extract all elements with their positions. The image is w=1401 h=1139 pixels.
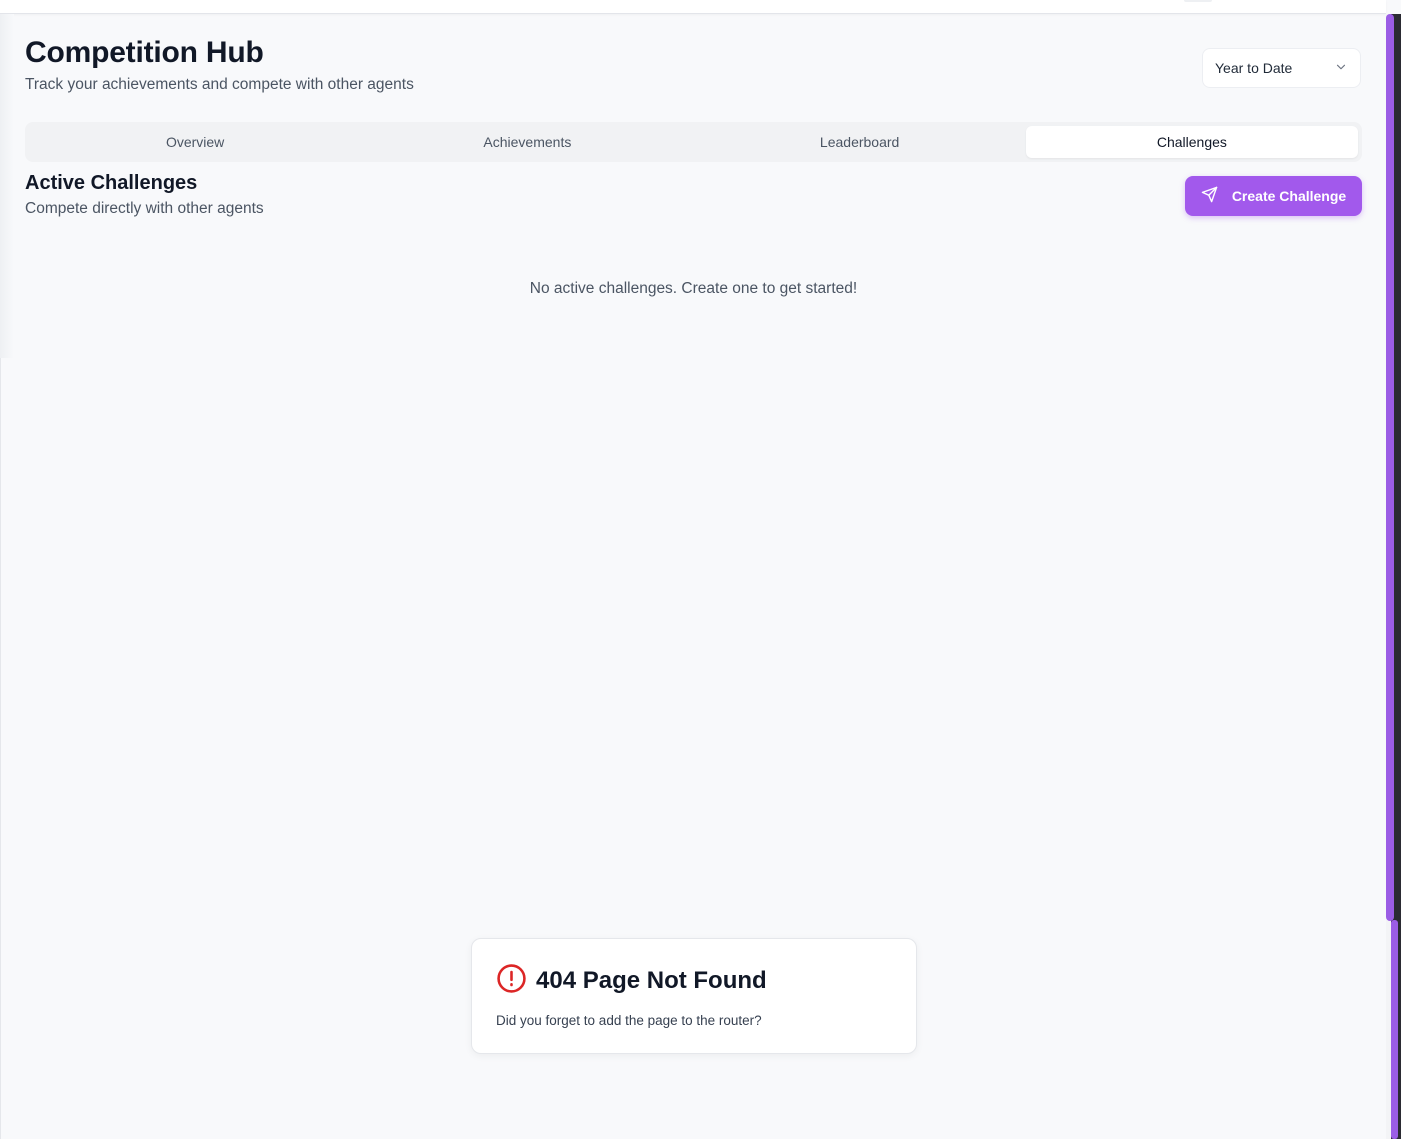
create-challenge-button[interactable]: Create Challenge: [1185, 176, 1362, 216]
period-select[interactable]: Year to Date: [1202, 48, 1361, 88]
error-toast-header: 404 Page Not Found: [496, 963, 767, 999]
create-challenge-label: Create Challenge: [1231, 188, 1347, 204]
error-toast: 404 Page Not Found Did you forget to add…: [471, 938, 917, 1054]
period-select-value: Year to Date: [1215, 60, 1293, 76]
tab-challenges[interactable]: Challenges: [1025, 126, 1358, 158]
page-subtitle: Track your achievements and compete with…: [25, 76, 414, 93]
section-subtitle: Compete directly with other agents: [25, 200, 264, 217]
page-title: Competition Hub: [25, 36, 264, 69]
error-toast-message: Did you forget to add the page to the ro…: [496, 1013, 762, 1028]
tab-list: Overview Achievements Leaderboard Challe…: [25, 122, 1362, 162]
top-bar: [0, 0, 1386, 14]
top-bar-handle: [1184, 0, 1212, 2]
send-icon: [1201, 186, 1218, 206]
tab-leaderboard[interactable]: Leaderboard: [694, 126, 1026, 158]
tab-achievements[interactable]: Achievements: [361, 126, 693, 158]
scrollbar-thumb-secondary[interactable]: [1391, 920, 1398, 1139]
error-toast-title: 404 Page Not Found: [536, 967, 767, 994]
alert-circle-icon: [496, 963, 527, 999]
section-title: Active Challenges: [25, 172, 198, 194]
tab-overview[interactable]: Overview: [29, 126, 361, 158]
panel-shadow: [0, 14, 14, 358]
empty-state-message: No active challenges. Create one to get …: [529, 280, 858, 297]
chevron-down-icon: [1334, 60, 1348, 77]
scrollbar-thumb[interactable]: [1386, 14, 1394, 921]
